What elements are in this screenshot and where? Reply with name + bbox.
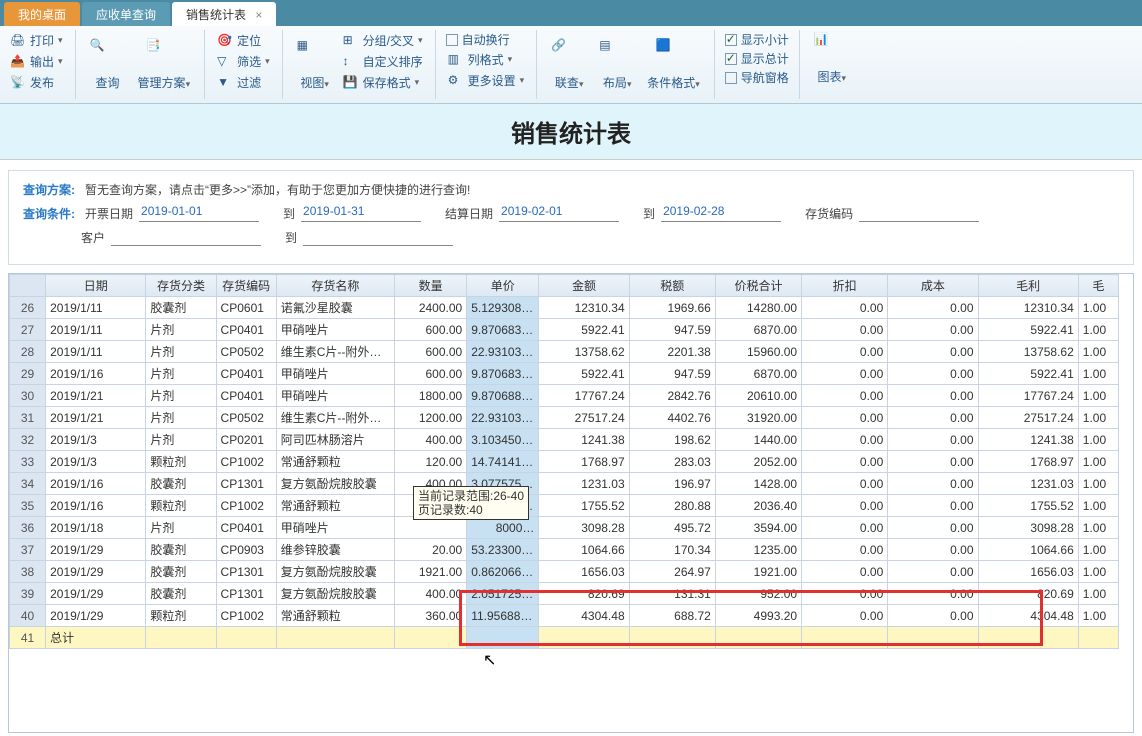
export-icon: 📤 (10, 54, 26, 70)
table-row[interactable]: 302019/1/21片剂CP0401甲硝唑片1800.009.8706888…… (10, 385, 1119, 407)
tab-desktop[interactable]: 我的桌面 (4, 2, 80, 26)
view-button[interactable]: ▦视图▾ (291, 30, 339, 99)
query-button[interactable]: 🔍查询 (84, 36, 132, 93)
gear-icon: ⚙ (448, 73, 464, 89)
table-row[interactable]: 282019/1/11片剂CP0502维生素C片--附外…600.0022.93… (10, 341, 1119, 363)
locate-icon: 🎯 (217, 33, 233, 49)
chart-icon: 📊 (814, 32, 850, 68)
printer-icon: 🖨 (10, 33, 26, 49)
paging-tooltip: 当前记录范围:26-40 页记录数:40 (413, 486, 529, 520)
col-format-button[interactable]: ▥列格式▾ (444, 49, 529, 70)
settle-to-input[interactable]: 2019-02-28 (661, 204, 781, 222)
close-icon[interactable]: × (255, 8, 262, 22)
group-icon: ⊞ (343, 33, 359, 49)
tab-sales-stats[interactable]: 销售统计表 × (172, 2, 276, 26)
col-header[interactable]: 毛 (1078, 275, 1118, 297)
col-header[interactable]: 毛利 (978, 275, 1078, 297)
col-header[interactable]: 税额 (629, 275, 715, 297)
table-row[interactable]: 272019/1/11片剂CP0401甲硝唑片600.009.8706833…5… (10, 319, 1119, 341)
table-row[interactable]: 402019/1/29颗粒剂CP1002常通舒颗粒360.0011.956888… (10, 605, 1119, 627)
table-row[interactable]: 332019/1/3颗粒剂CP1002常通舒颗粒120.0014.741416…… (10, 451, 1119, 473)
nav-pane-checkbox[interactable]: 导航窗格 (723, 68, 791, 87)
table-row[interactable]: 322019/1/3片剂CP0201阿司匹林肠溶片400.003.1034500… (10, 429, 1119, 451)
publish-icon: 📡 (10, 75, 26, 91)
tab-label: 销售统计表 (186, 8, 246, 22)
cursor-icon: ↖ (483, 650, 496, 670)
filter2-button[interactable]: ▼过滤 (213, 72, 274, 93)
scheme-label: 查询方案: (23, 181, 75, 198)
col-header[interactable]: 存货名称 (276, 275, 394, 297)
custom-sort-button[interactable]: ↕自定义排序 (339, 51, 427, 72)
layout-button[interactable]: ▤布局▾ (593, 36, 641, 93)
page-title: 销售统计表 (0, 104, 1142, 160)
table-header: 日期存货分类存货编码存货名称数量单价金额税额价税合计折扣成本毛利毛 (10, 275, 1119, 297)
checkbox-icon (446, 34, 458, 46)
search-icon: 🔍 (90, 38, 126, 74)
filter-button[interactable]: ▽筛选▾ (213, 51, 274, 72)
cond-format-button[interactable]: 🟦条件格式▾ (641, 36, 706, 93)
cond-label: 查询条件: (23, 205, 75, 222)
link-button[interactable]: 🔗联查▾ (545, 36, 593, 93)
show-detail-checkbox[interactable]: 显示小计 (723, 30, 791, 49)
col-header[interactable]: 价税合计 (715, 275, 801, 297)
checkbox-icon (725, 53, 737, 65)
scheme-hint: 暂无查询方案，请点击“更多>>”添加，有助于您更加方便快捷的进行查询! (85, 181, 470, 198)
checkbox-icon (725, 34, 737, 46)
locate-button[interactable]: 🎯定位 (213, 30, 274, 51)
checkbox-icon (725, 72, 737, 84)
col-header[interactable]: 日期 (46, 275, 146, 297)
tab-bar: 我的桌面 应收单查询 销售统计表 × (0, 0, 1142, 26)
col-header[interactable]: 存货编码 (216, 275, 276, 297)
col-header[interactable]: 成本 (888, 275, 978, 297)
table-row[interactable]: 312019/1/21片剂CP0502维生素C片--附外…1200.0022.9… (10, 407, 1119, 429)
export-button[interactable]: 📤输出▾ (6, 51, 67, 72)
table-row[interactable]: 342019/1/16胶囊剂CP1301复方氨酚烷胺胶囊400.003.0775… (10, 473, 1119, 495)
query-panel: 查询方案: 暂无查询方案，请点击“更多>>”添加，有助于您更加方便快捷的进行查询… (8, 170, 1134, 265)
data-grid[interactable]: 日期存货分类存货编码存货名称数量单价金额税额价税合计折扣成本毛利毛 262019… (8, 273, 1134, 733)
table-row[interactable]: 392019/1/29胶囊剂CP1301复方氨酚烷胺胶囊400.002.0517… (10, 583, 1119, 605)
col-header[interactable]: 金额 (539, 275, 629, 297)
customer-to-input[interactable] (303, 228, 453, 246)
invoice-from-input[interactable]: 2019-01-01 (139, 204, 259, 222)
auto-wrap-checkbox[interactable]: 自动换行 (444, 30, 529, 49)
col-header[interactable]: 单价 (467, 275, 539, 297)
show-total-checkbox[interactable]: 显示总计 (723, 49, 791, 68)
filter-icon: ▼ (217, 75, 233, 91)
grid-icon: ▦ (297, 38, 333, 74)
manage-scheme-button[interactable]: 📑管理方案▾ (132, 36, 197, 93)
table-row[interactable]: 382019/1/29胶囊剂CP1301复方氨酚烷胺胶囊1921.000.862… (10, 561, 1119, 583)
table-row[interactable]: 362019/1/18片剂CP0401甲硝唑片8000…3098.28495.7… (10, 517, 1119, 539)
col-header[interactable]: 折扣 (802, 275, 888, 297)
stock-code-input[interactable] (859, 204, 979, 222)
table-row[interactable]: 262019/1/11胶囊剂CP0601诺氟沙星胶囊2400.005.12930… (10, 297, 1119, 319)
layout-icon: ▤ (599, 38, 635, 74)
tab-receivable[interactable]: 应收单查询 (82, 2, 170, 26)
table-row[interactable]: 352019/1/16颗粒剂CP1002常通舒颗粒120.0014.629333… (10, 495, 1119, 517)
table-row[interactable]: 292019/1/16片剂CP0401甲硝唑片600.009.8706833…5… (10, 363, 1119, 385)
total-row[interactable]: 41总计 (10, 627, 1119, 649)
invoice-to-input[interactable]: 2019-01-31 (301, 204, 421, 222)
col-header[interactable]: 数量 (395, 275, 467, 297)
customer-input[interactable] (111, 228, 261, 246)
group-button[interactable]: ⊞分组/交叉▾ (339, 30, 427, 51)
scheme-icon: 📑 (146, 38, 182, 74)
table-row[interactable]: 372019/1/29胶囊剂CP0903维参锌胶囊20.0053.233000…… (10, 539, 1119, 561)
print-button[interactable]: 🖨打印▾ (6, 30, 67, 51)
save-icon: 💾 (343, 75, 359, 91)
sort-icon: ↕ (343, 54, 359, 70)
col-header[interactable]: 存货分类 (146, 275, 216, 297)
more-settings-button[interactable]: ⚙更多设置▾ (444, 70, 529, 91)
link-icon: 🔗 (551, 38, 587, 74)
ribbon: 🖨打印▾ 📤输出▾ 📡发布 🔍查询 📑管理方案▾ 🎯定位 ▽筛选▾ ▼过滤 ▦视… (0, 26, 1142, 104)
publish-button[interactable]: 📡发布 (6, 72, 67, 93)
column-icon: ▥ (448, 52, 464, 68)
settle-from-input[interactable]: 2019-02-01 (499, 204, 619, 222)
cond-icon: 🟦 (655, 38, 691, 74)
funnel-icon: ▽ (217, 54, 233, 70)
save-format-button[interactable]: 💾保存格式▾ (339, 72, 427, 93)
chart-button[interactable]: 📊图表▾ (808, 30, 856, 87)
